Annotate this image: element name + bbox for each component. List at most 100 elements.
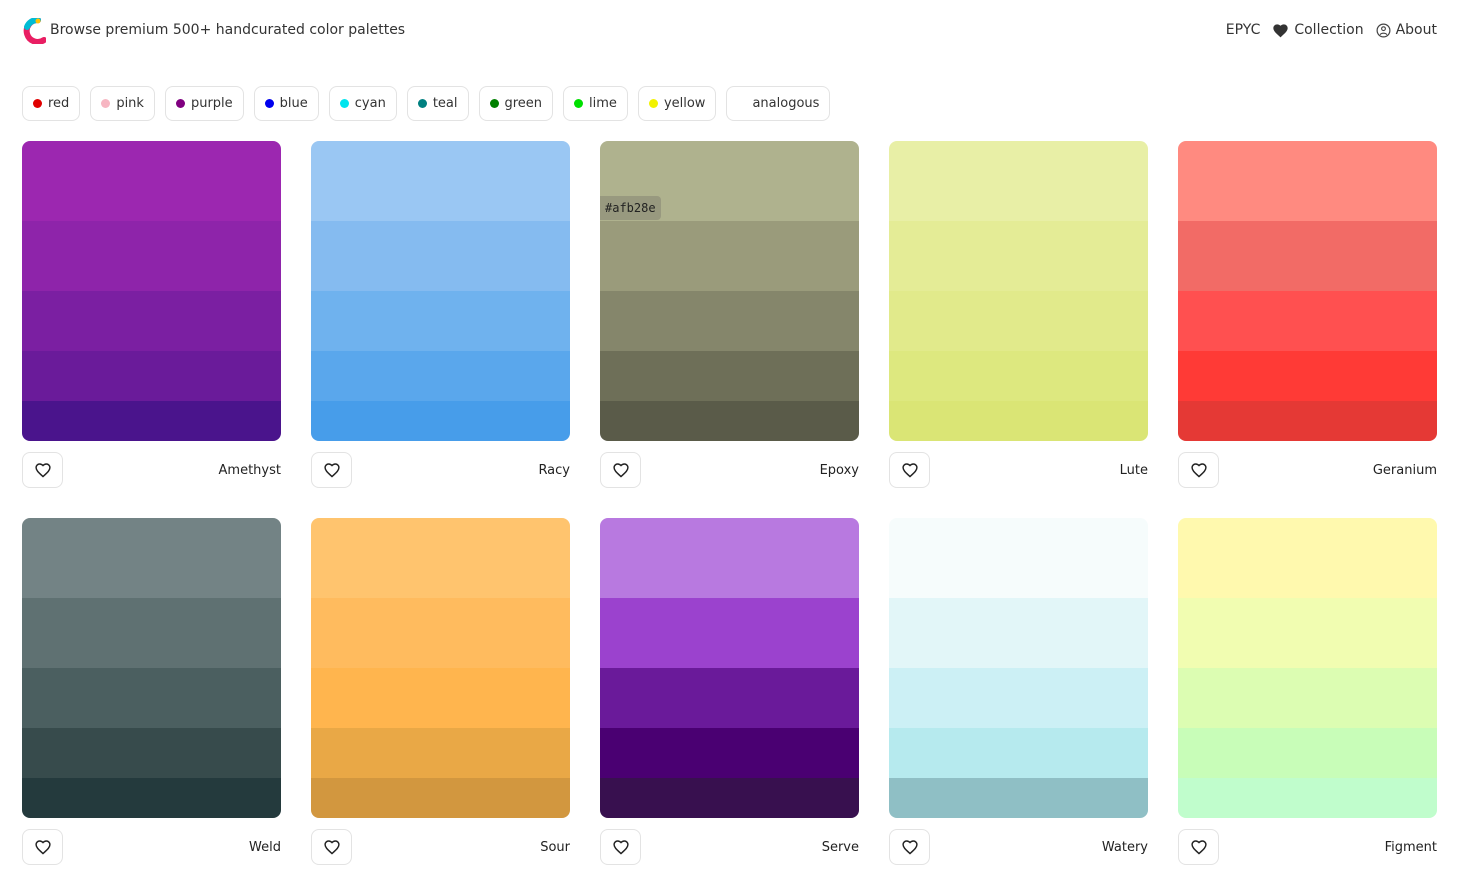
color-swatch[interactable] — [1178, 728, 1437, 778]
color-swatch[interactable] — [1178, 401, 1437, 441]
color-swatch[interactable] — [311, 728, 570, 778]
color-swatch[interactable] — [311, 291, 570, 351]
filter-chip-teal[interactable]: teal — [406, 86, 469, 121]
color-swatch[interactable] — [889, 598, 1148, 668]
like-button[interactable] — [22, 452, 63, 488]
like-button[interactable] — [1178, 829, 1219, 865]
filter-chip-purple[interactable]: purple — [164, 86, 244, 121]
filter-chip-cyan[interactable]: cyan — [328, 86, 397, 121]
palette-name[interactable]: Watery — [1102, 840, 1148, 855]
color-swatch[interactable] — [311, 598, 570, 668]
filter-chip-yellow[interactable]: yellow — [637, 86, 717, 121]
color-swatch[interactable] — [600, 351, 859, 401]
color-swatch[interactable] — [22, 291, 281, 351]
color-swatch[interactable] — [22, 518, 281, 598]
filter-chip-analogous[interactable]: analogous — [726, 86, 831, 121]
color-swatch[interactable] — [311, 351, 570, 401]
color-swatch[interactable] — [22, 728, 281, 778]
palette-name[interactable]: Epoxy — [820, 463, 859, 478]
palette-swatches — [889, 141, 1148, 441]
color-swatch[interactable] — [311, 668, 570, 728]
palette-card-footer: Figment — [1178, 829, 1437, 865]
palette-name[interactable]: Serve — [822, 840, 859, 855]
color-swatch[interactable] — [600, 778, 859, 818]
like-button[interactable] — [600, 829, 641, 865]
palette-swatches — [22, 141, 281, 441]
color-swatch[interactable] — [311, 141, 570, 221]
palette-name[interactable]: Lute — [1120, 463, 1148, 478]
color-swatch[interactable] — [311, 778, 570, 818]
color-swatch[interactable] — [600, 401, 859, 441]
filter-chip-label: lime — [589, 96, 617, 111]
filter-chip-pink[interactable]: pink — [90, 86, 155, 121]
color-swatch[interactable] — [1178, 518, 1437, 598]
like-button[interactable] — [889, 452, 930, 488]
palette-name[interactable]: Amethyst — [219, 463, 281, 478]
color-swatch[interactable] — [1178, 221, 1437, 291]
color-swatch[interactable] — [600, 668, 859, 728]
color-swatch[interactable] — [1178, 598, 1437, 668]
nav-collection[interactable]: Collection — [1272, 22, 1364, 38]
color-swatch[interactable] — [1178, 778, 1437, 818]
color-swatch[interactable] — [22, 668, 281, 728]
palette-card: Sour — [311, 518, 570, 881]
palette-swatches — [600, 518, 859, 818]
color-swatch[interactable] — [22, 141, 281, 221]
hex-code-tooltip: #afb28e — [600, 196, 661, 220]
heart-outline-icon — [34, 840, 51, 855]
palette-name[interactable]: Racy — [538, 463, 570, 478]
color-swatch[interactable] — [311, 518, 570, 598]
like-button[interactable] — [311, 829, 352, 865]
palette-name[interactable]: Sour — [540, 840, 570, 855]
like-button[interactable] — [311, 452, 352, 488]
color-swatch[interactable] — [22, 778, 281, 818]
color-swatch[interactable] — [889, 141, 1148, 221]
color-dot-icon — [264, 99, 274, 108]
color-swatch[interactable] — [22, 401, 281, 441]
color-swatch[interactable] — [889, 351, 1148, 401]
palette-swatches — [1178, 141, 1437, 441]
color-swatch[interactable] — [889, 778, 1148, 818]
heart-outline-icon — [323, 463, 340, 478]
color-swatch[interactable] — [600, 291, 859, 351]
palette-name[interactable]: Geranium — [1373, 463, 1437, 478]
nav-about[interactable]: About — [1376, 22, 1437, 38]
color-swatch[interactable] — [889, 291, 1148, 351]
nav-epyc-label: EPYC — [1225, 22, 1261, 38]
color-swatch[interactable] — [600, 728, 859, 778]
heart-outline-icon — [34, 463, 51, 478]
color-swatch[interactable] — [22, 598, 281, 668]
filter-chip-lime[interactable]: lime — [563, 86, 628, 121]
color-swatch[interactable] — [311, 221, 570, 291]
logo-icon[interactable] — [22, 18, 46, 44]
color-swatch[interactable] — [600, 598, 859, 668]
palette-card: Amethyst — [22, 141, 281, 518]
heart-icon — [1273, 23, 1289, 37]
like-button[interactable] — [22, 829, 63, 865]
color-swatch[interactable] — [1178, 141, 1437, 221]
palette-card-footer: Sour — [311, 829, 570, 865]
color-swatch[interactable] — [22, 221, 281, 291]
color-swatch[interactable] — [311, 401, 570, 441]
color-swatch[interactable] — [889, 728, 1148, 778]
color-swatch[interactable] — [1178, 668, 1437, 728]
palette-name[interactable]: Figment — [1385, 840, 1437, 855]
color-swatch[interactable] — [889, 668, 1148, 728]
color-swatch[interactable] — [1178, 351, 1437, 401]
color-swatch[interactable] — [889, 518, 1148, 598]
color-swatch[interactable] — [22, 351, 281, 401]
like-button[interactable] — [600, 452, 641, 488]
color-swatch[interactable] — [889, 401, 1148, 441]
nav-epyc[interactable]: EPYC — [1226, 22, 1261, 38]
color-swatch[interactable] — [889, 221, 1148, 291]
color-swatch[interactable] — [600, 221, 859, 291]
palette-swatches — [889, 518, 1148, 818]
color-swatch[interactable] — [1178, 291, 1437, 351]
palette-name[interactable]: Weld — [249, 840, 281, 855]
filter-chip-green[interactable]: green — [478, 86, 554, 121]
filter-chip-blue[interactable]: blue — [253, 86, 319, 121]
color-swatch[interactable] — [600, 518, 859, 598]
filter-chip-red[interactable]: red — [22, 86, 81, 121]
like-button[interactable] — [889, 829, 930, 865]
like-button[interactable] — [1178, 452, 1219, 488]
